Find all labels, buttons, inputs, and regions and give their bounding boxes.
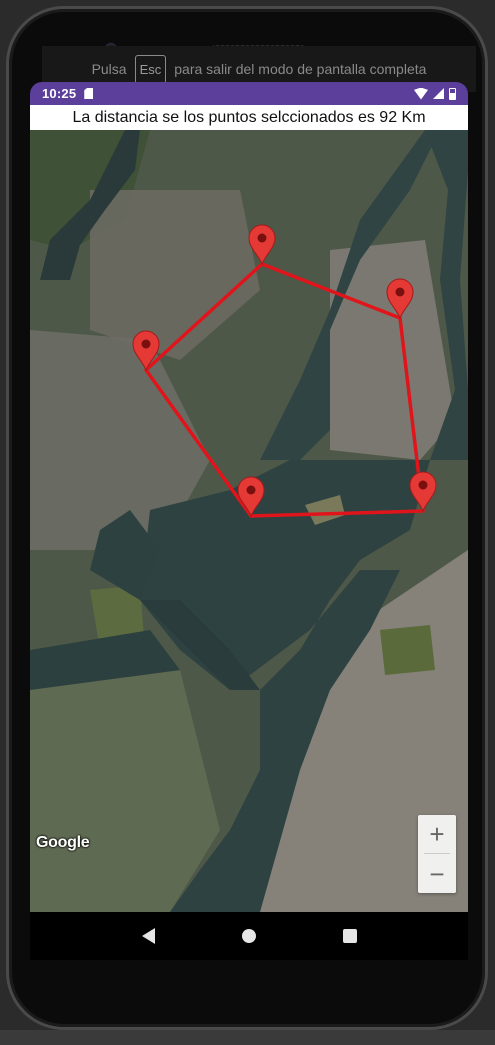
fullscreen-hint-suffix: para salir del modo de pantalla completa <box>174 61 427 77</box>
park-patch <box>380 625 435 675</box>
home-icon[interactable] <box>241 929 256 943</box>
zoom-divider <box>424 853 450 854</box>
status-time: 10:25 <box>42 86 77 101</box>
device-screen: 10:25 La distancia se los puntos selccio… <box>30 82 468 912</box>
zoom-out-button[interactable]: − <box>418 855 456 893</box>
wifi-icon <box>414 87 428 100</box>
desktop-bottom-band <box>0 1030 495 1045</box>
google-attribution: Google <box>36 834 90 851</box>
sd-card-icon <box>84 88 94 99</box>
back-icon[interactable] <box>141 928 155 944</box>
fullscreen-hint-prefix: Pulsa <box>91 61 127 77</box>
status-bar: 10:25 <box>30 82 468 105</box>
satellite-map[interactable] <box>30 130 468 912</box>
distance-banner: La distancia se los puntos selccionados … <box>30 105 468 130</box>
esc-key: Esc <box>134 54 167 84</box>
zoom-controls: + − <box>418 815 456 893</box>
status-icons <box>414 87 456 100</box>
battery-icon <box>449 87 456 100</box>
signal-icon <box>433 88 444 99</box>
system-nav-bar <box>30 912 468 960</box>
zoom-in-button[interactable]: + <box>418 815 456 853</box>
recents-icon[interactable] <box>342 929 357 943</box>
